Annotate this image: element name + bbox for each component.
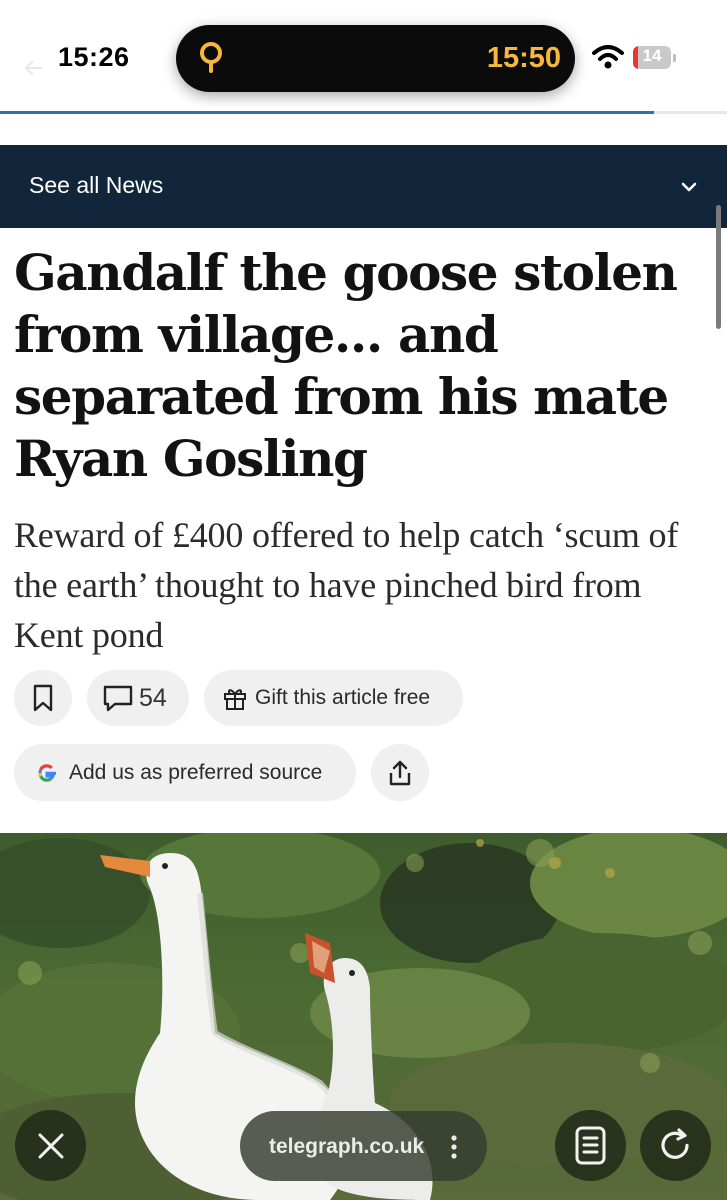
reader-mode-button[interactable] [555,1110,626,1181]
battery-indicator: 14 [633,46,679,71]
url-text[interactable]: telegraph.co.uk [269,1135,424,1159]
wifi-icon [592,45,624,69]
status-bar: 15:26 15:50 14 [0,0,727,114]
see-all-news-link[interactable]: See all News [29,172,163,199]
gift-icon [224,689,246,710]
comments-button[interactable]: 54 [87,670,189,726]
add-preferred-source-label: Add us as preferred source [69,761,323,784]
gift-article-label: Gift this article free [255,686,431,709]
battery-level: 14 [642,46,662,65]
dynamic-island[interactable]: 15:50 [176,25,575,92]
reader-mode-icon [575,1126,606,1165]
add-preferred-source-button[interactable]: Add us as preferred source [14,744,356,801]
bookmark-icon [33,684,53,712]
close-icon [38,1133,64,1159]
article-standfirst: Reward of £400 offered to help catch ‘sc… [14,515,679,655]
gift-article-button[interactable]: Gift this article free [204,670,463,726]
battery-icon: 14 [633,46,671,69]
reload-icon [661,1128,689,1159]
share-button[interactable] [371,744,429,801]
share-icon [389,760,411,785]
address-bar[interactable]: telegraph.co.uk [240,1111,487,1181]
reading-progress-bar [0,111,727,114]
battery-nub [673,54,676,62]
comments-count: 54 [139,684,167,712]
location-pin-icon [200,42,222,73]
status-time: 15:26 [58,42,130,72]
back-arrow-icon [24,60,42,76]
save-article-button[interactable] [14,670,72,726]
google-g-icon [38,764,56,782]
comment-bubble-icon [103,685,133,712]
section-nav-bar[interactable]: See all News [0,145,727,228]
island-timer: 15:50 [486,42,561,74]
article-headline: Gandalf the goose stolen from village...… [14,243,678,488]
reading-progress-fill [0,111,655,114]
vertical-ellipsis-icon[interactable] [450,1133,458,1161]
chevron-down-icon[interactable] [679,180,699,194]
reload-button[interactable] [640,1110,711,1181]
scroll-indicator[interactable] [716,205,721,329]
close-tab-button[interactable] [15,1110,86,1181]
